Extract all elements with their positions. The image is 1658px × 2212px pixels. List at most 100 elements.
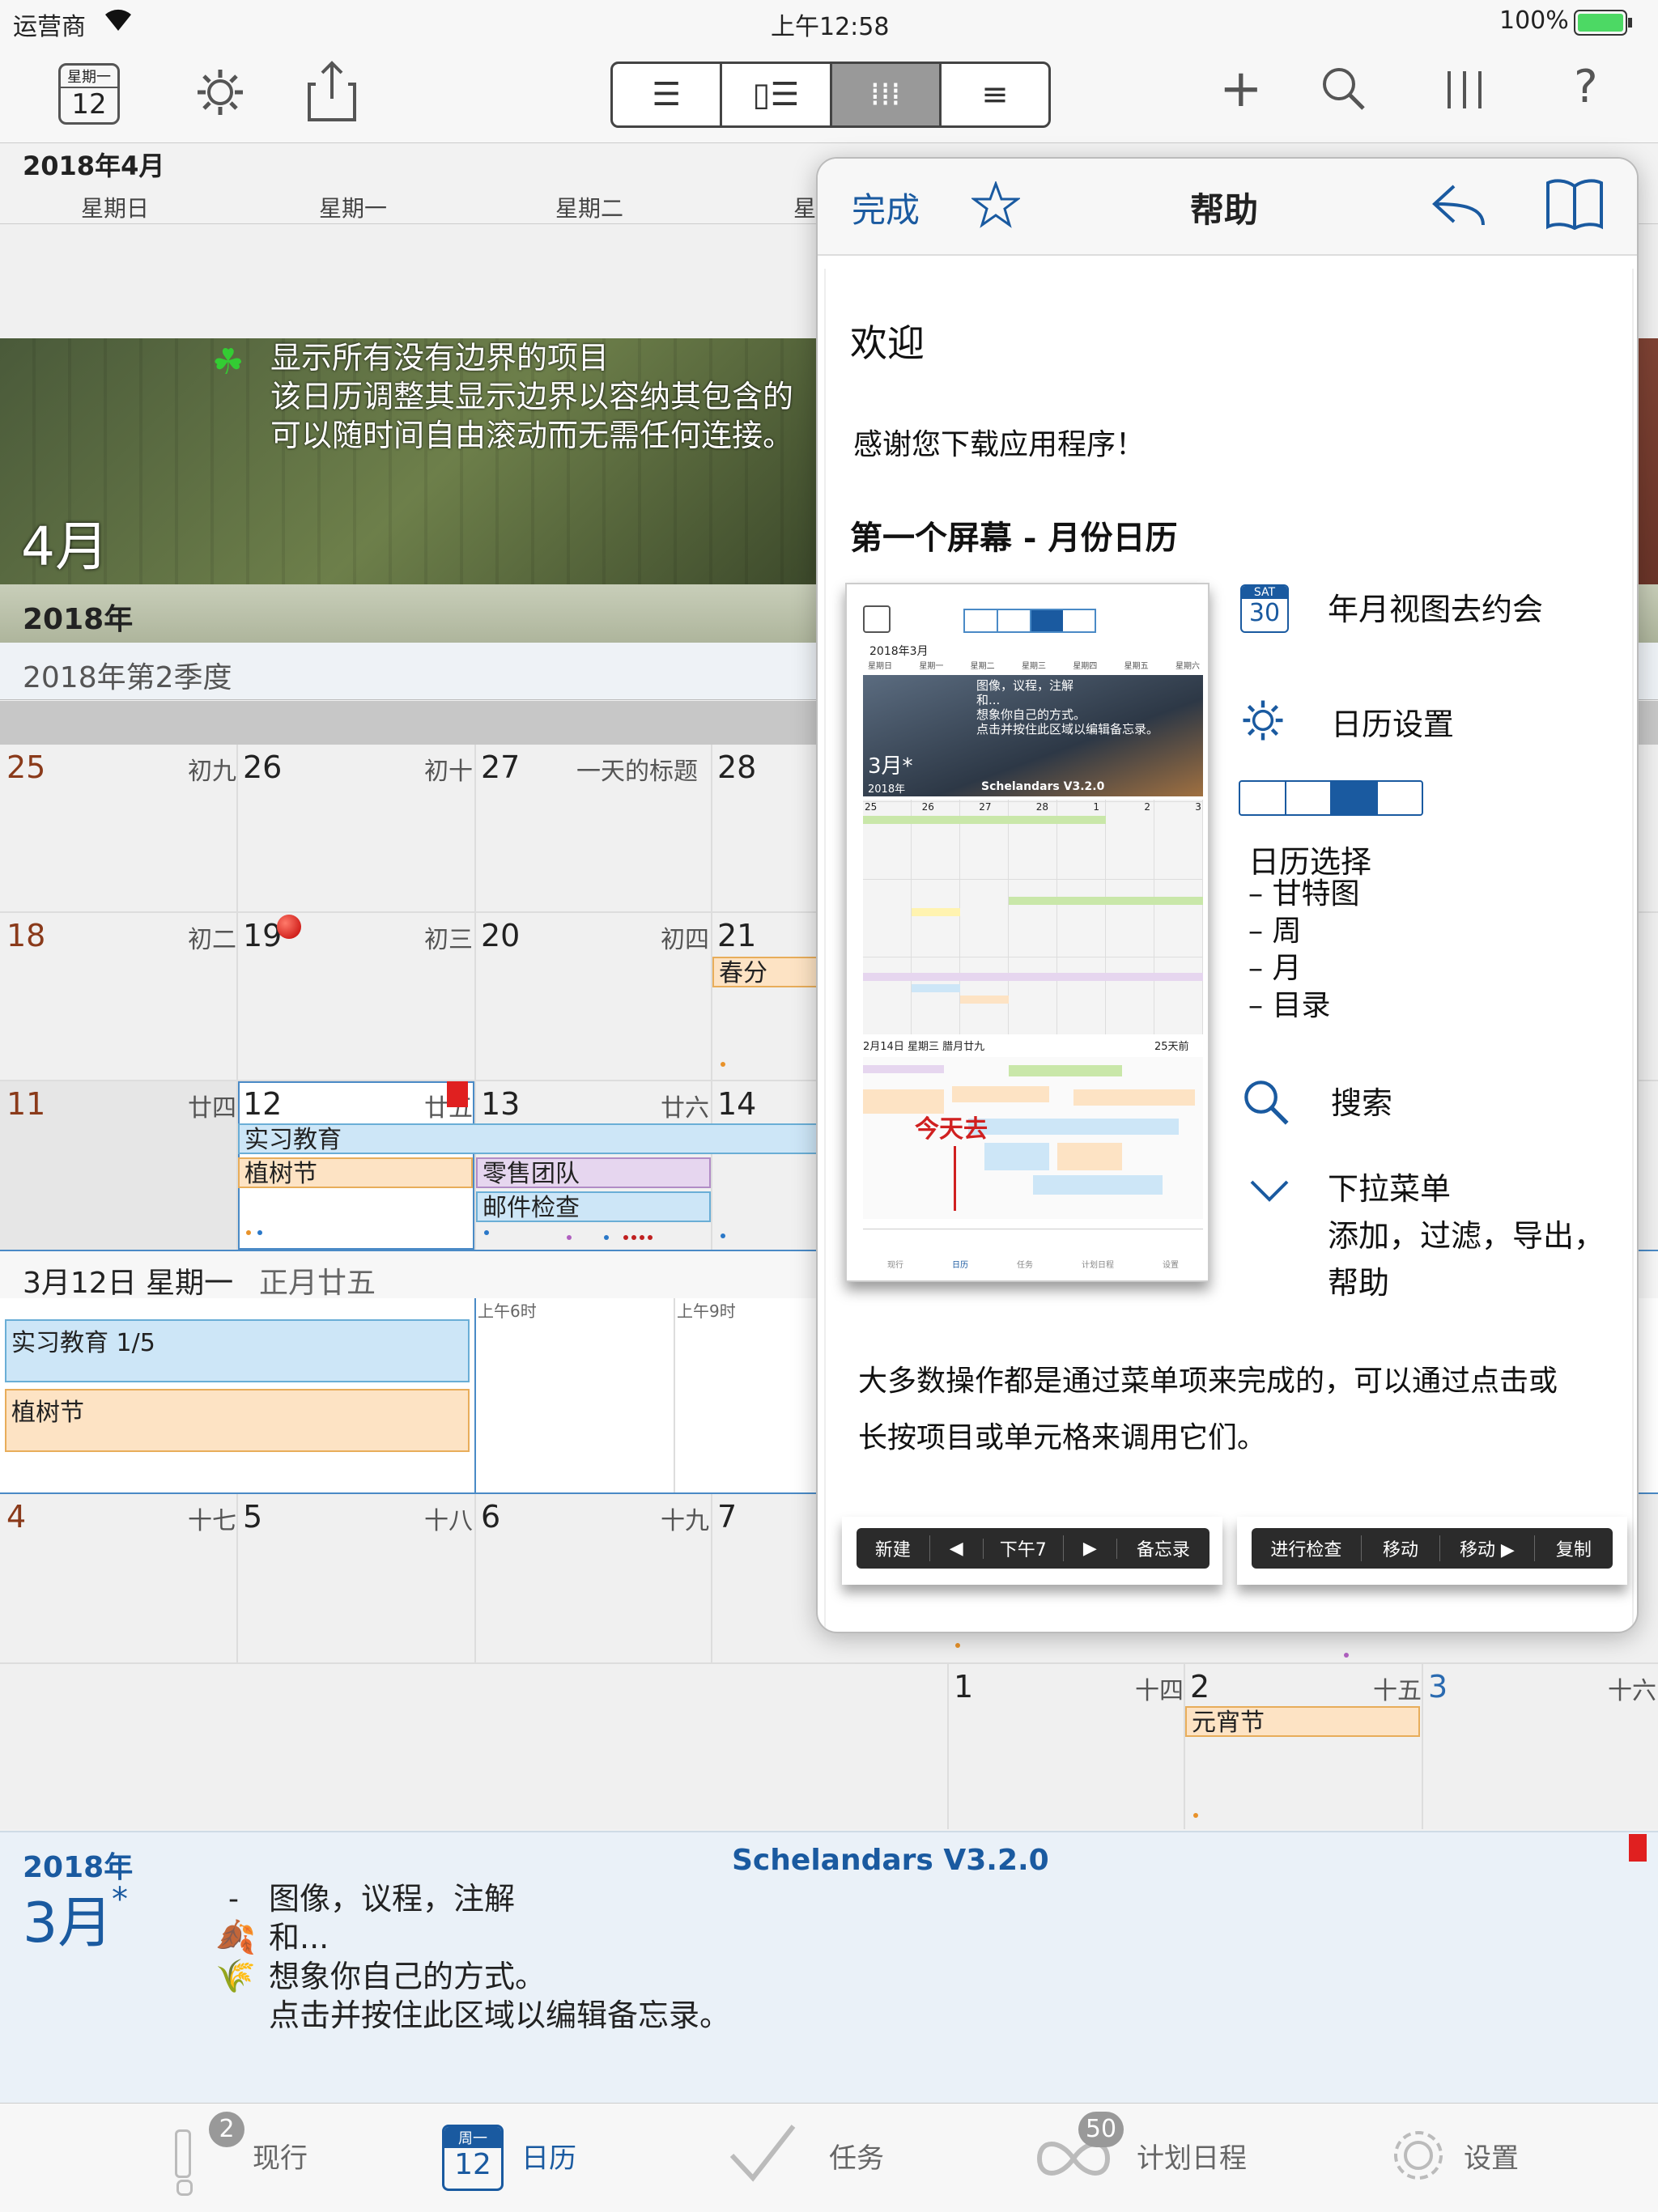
day-20[interactable]: 20 [481,918,520,953]
day-11[interactable]: 11 [6,1086,45,1122]
tab-settings-label[interactable]: 设置 [1464,2136,1519,2176]
gantt-view-icon[interactable]: ☰ [613,64,723,125]
day-6[interactable]: 6 [481,1499,500,1535]
list-view-icon[interactable]: ≡ [942,64,1048,125]
carrier-label: 运营商 [13,13,86,41]
event-yuanxiao[interactable]: 元宵节 [1185,1706,1420,1737]
banner-line-1: 显示所有没有边界的项目 [270,340,610,376]
help-content: 欢迎 感谢您下载应用程序！ 第一个屏幕 - 月份日历 2018年3月 星期日 星… [824,269,1634,1632]
menu-prev: ◀ [930,1538,984,1559]
day-19[interactable]: 19 [243,918,282,953]
thumb-version: Schelandars V3.2.0 [981,780,1105,793]
event-shixi[interactable]: 实习教育 [238,1123,818,1154]
menu-copy: 复制 [1555,1540,1592,1560]
columns-icon[interactable] [1444,70,1485,113]
help-paragraph-line: 大多数操作都是通过菜单项来完成的，可以通过点击或 [858,1365,1558,1398]
event-youjian[interactable]: 邮件检查 [476,1191,711,1222]
tab-cal-day: 12 [454,2148,491,2181]
thumb-month-grid: 25 26 27 28 1 2 3 [863,800,1203,1034]
help-welcome: 欢迎 [850,321,925,365]
week-view-icon[interactable]: ▯☰ [722,64,832,125]
add-icon[interactable]: + [1219,63,1263,115]
thumb-agenda: 今天去 [863,1057,1203,1219]
day-1[interactable]: 1 [954,1669,973,1705]
event-zhishu[interactable]: 植树节 [238,1157,473,1188]
search-icon[interactable] [1321,66,1367,115]
thumb-num: 2 [1144,801,1150,813]
view-list: 目录 [1272,989,1331,1022]
back-arrow-icon[interactable] [1430,181,1488,230]
tab-tasks-check-icon[interactable] [729,2121,797,2189]
thumb-banner: 图像，议程，注解 和... 想象你自己的方式。 点击并按住此区域以编辑备忘录。 … [863,675,1203,796]
day-4[interactable]: 4 [6,1499,26,1535]
weekday-tue: 星期二 [555,195,624,222]
tab-settings-gear-icon[interactable] [1389,2126,1448,2188]
day-14[interactable]: 14 [717,1086,756,1122]
day-21[interactable]: 21 [717,918,756,953]
day-5[interactable]: 5 [243,1499,262,1535]
day-3[interactable]: 3 [1428,1669,1448,1705]
day-12[interactable]: 12 [243,1086,282,1122]
done-button[interactable]: 完成 [852,183,920,232]
thumb-line: 想象你自己的方式。 [976,707,1086,722]
tab-now-label[interactable]: 现行 [253,2136,308,2176]
thumb-tab: 设置 [1163,1261,1179,1270]
memo-version: Schelandars V3.2.0 [732,1844,1049,1877]
view-month: 月 [1272,952,1302,985]
help-thanks: 感谢您下载应用程序！ [853,428,1146,461]
now-line [474,1298,476,1492]
leaf-icon: 🍂 [215,1919,256,1956]
tab-now[interactable] [170,2126,193,2196]
thumb-year: 2018年 [868,783,906,796]
day-2[interactable]: 2 [1190,1669,1209,1705]
lunar-25: 初九 [188,758,236,786]
day-13[interactable]: 13 [481,1086,520,1122]
banner-month: 4月 [21,516,108,578]
feature-search-icon [1242,1078,1290,1130]
feature-dropdown-title: 下拉菜单 [1328,1171,1452,1207]
tab-calendar-icon[interactable]: 周一 12 [442,2125,504,2191]
day-27[interactable]: 27 [481,749,520,785]
menu-sample-2: 进行检查 移动 移动 ▶ 复制 [1237,1517,1627,1585]
agenda-event-shixi[interactable]: 实习教育 1/5 [5,1319,470,1382]
day-25[interactable]: 25 [6,749,45,785]
feature-year-month: 年月视图去约会 [1328,592,1544,627]
share-icon[interactable] [308,60,356,125]
feature-dropdown: 下拉菜单 添加，过滤，导出， 帮助 [1328,1165,1605,1306]
day-26[interactable]: 26 [243,749,282,785]
feature-calendar-select: 日历选择 [1248,844,1372,880]
day-18[interactable]: 18 [6,918,45,953]
tab-calendar-label[interactable]: 日历 [521,2136,576,2176]
red-dot-icon [277,915,301,939]
thumb-wd: 星期五 [1124,662,1149,671]
settings-gear-icon[interactable] [194,66,246,121]
tab-tasks-label[interactable]: 任务 [829,2136,884,2176]
favorite-star-icon[interactable] [970,180,1022,231]
book-icon[interactable] [1545,176,1605,233]
today-date-icon[interactable]: 星期一 12 [58,63,120,125]
view-mode-selector[interactable]: ☰ ▯☰ ⁞⁞⁞ ≡ [610,62,1051,128]
day-7[interactable]: 7 [717,1499,737,1535]
grid-line [947,1662,949,1829]
thumb-wd: 星期日 [868,662,892,671]
wheat-icon: 🌾 [215,1958,256,1995]
tab-plan-label[interactable]: 计划日程 [1137,2136,1247,2176]
day-28[interactable]: 28 [717,749,756,785]
agenda-event-zhishu[interactable]: 植树节 [5,1389,470,1452]
time-6am: 上午6时 [478,1301,537,1321]
lunar-2: 十五 [1373,1677,1422,1705]
event-lingshou[interactable]: 零售团队 [476,1157,711,1188]
weekday-mon: 星期一 [319,195,388,222]
view-gantt: 甘特图 [1272,877,1360,911]
thumb-banner-text: 图像，议程，注解 和... 想象你自己的方式。 点击并按住此区域以编辑备忘录。 [976,678,1158,737]
today-icon-day: 12 [71,88,107,121]
event-chunfen[interactable]: 春分 [712,957,818,987]
thumb-wd: 星期六 [1175,662,1200,671]
event-dot [640,1235,644,1240]
month-view-icon[interactable]: ⁞⁞⁞ [831,64,942,125]
thumb-arrow [954,1146,956,1211]
tab-cal-week: 周一 [444,2127,501,2148]
thumb-tab: 现行 [887,1261,903,1270]
memo-area[interactable]: 2018年 3月 * Schelandars V3.2.0 - 🍂 🌾 图像，议… [0,1831,1658,2104]
help-icon[interactable]: ? [1574,65,1598,110]
